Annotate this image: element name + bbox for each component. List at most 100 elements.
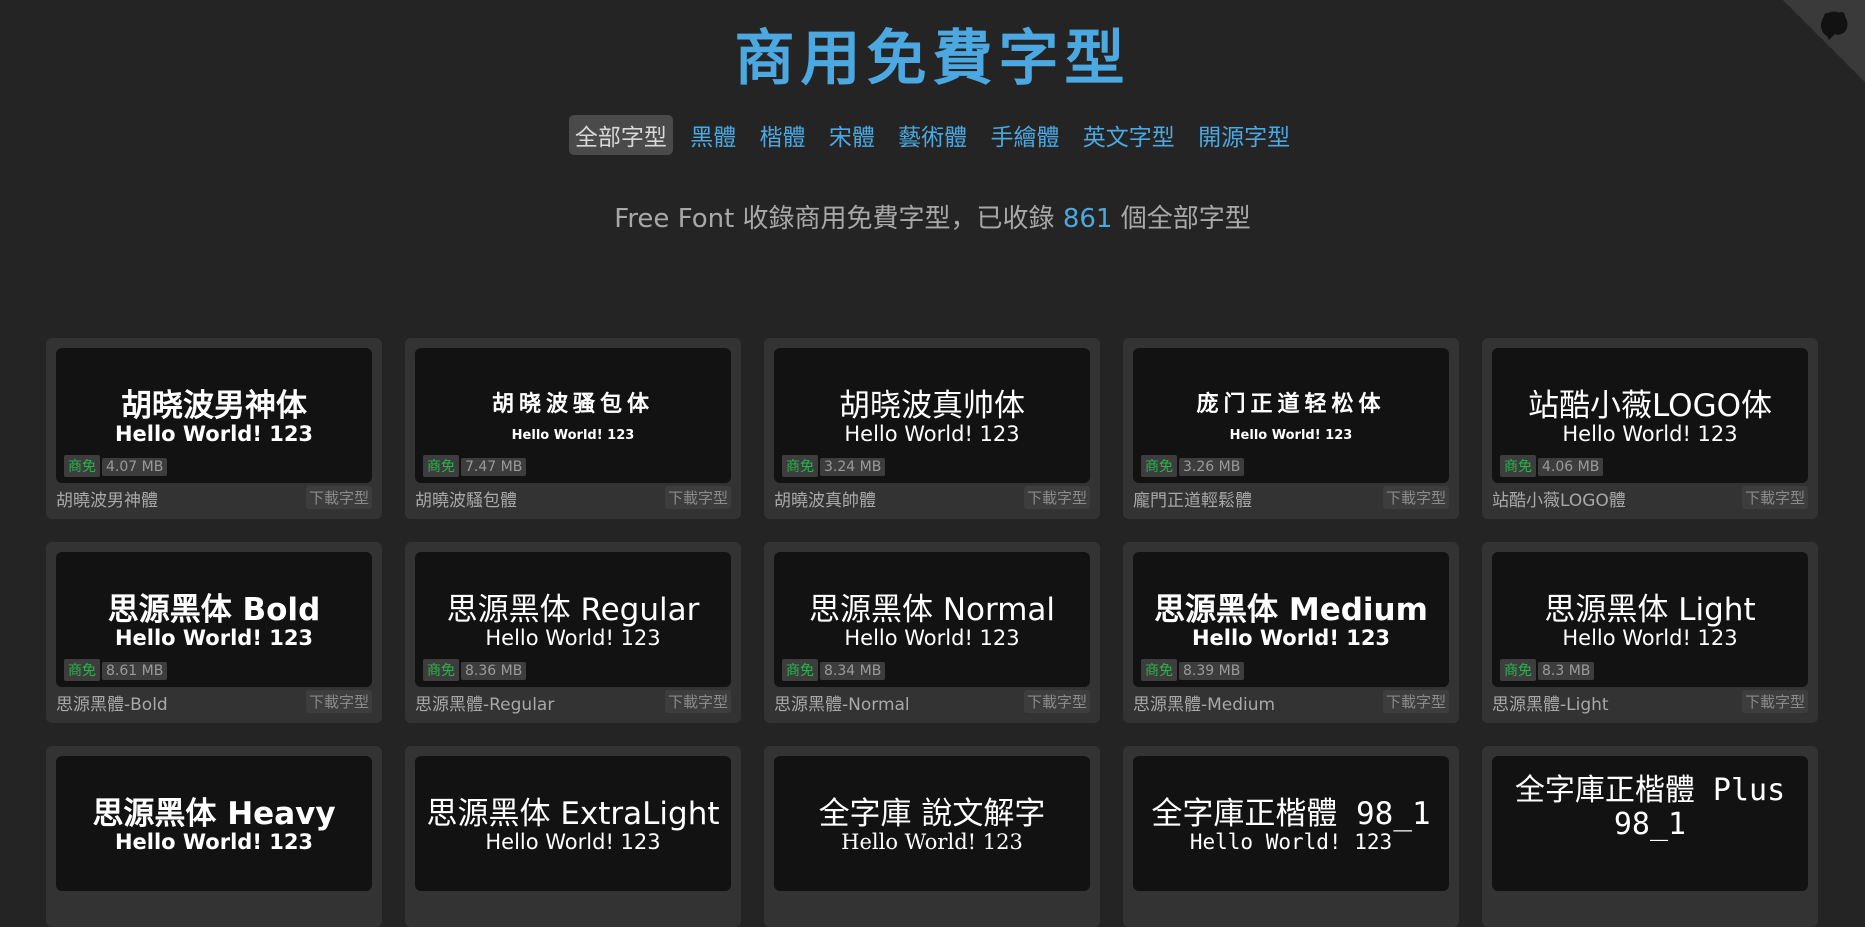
preview-sample: Hello World! 123 (1562, 422, 1738, 446)
nav-item-opensource[interactable]: 開源字型 (1192, 115, 1296, 155)
font-card[interactable]: 站酷小薇LOGO体 Hello World! 123 商免 4.06 MB 站酷小… (1482, 338, 1818, 519)
font-name: 思源黑體-Light (1492, 695, 1609, 715)
font-card[interactable]: 全字庫 說文解字 Hello World! 123 (764, 746, 1100, 927)
font-preview[interactable]: 思源黑体 Bold Hello World! 123 商免 8.61 MB (56, 552, 372, 687)
size-badge: 3.24 MB (820, 458, 886, 476)
subtitle-suffix: 個全部字型 (1120, 204, 1251, 234)
font-card[interactable]: 胡晓波真帅体 Hello World! 123 商免 3.24 MB 胡曉波真帥體… (764, 338, 1100, 519)
preview-text: 站酷小薇LOGO体 (1528, 388, 1772, 424)
font-preview[interactable]: 思源黑体 Normal Hello World! 123 商免 8.34 MB (774, 552, 1090, 687)
font-name: 胡曉波騷包體 (415, 491, 517, 511)
size-badge: 8.39 MB (1179, 662, 1245, 680)
tag-group: 商免 3.26 MB (1141, 455, 1245, 477)
license-badge: 商免 (1141, 659, 1177, 681)
preview-sample: Hello World! 123 (844, 626, 1020, 650)
preview-sample: Hello World! 123 (114, 626, 314, 650)
subtitle-prefix: Free Font 收錄商用免費字型，已收錄 (614, 204, 1055, 234)
font-preview[interactable]: 思源黑体 Heavy Hello World! 123 (56, 756, 372, 891)
tag-group: 商免 3.24 MB (782, 455, 886, 477)
preview-text: 全字庫正楷體 Plus 98_1 (1514, 773, 1786, 842)
size-badge: 3.26 MB (1179, 458, 1245, 476)
font-card[interactable]: 思源黑体 Normal Hello World! 123 商免 8.34 MB 思… (764, 542, 1100, 723)
font-name: 胡曉波男神體 (56, 491, 158, 511)
font-preview[interactable]: 思源黑体 Light Hello World! 123 商免 8.3 MB (1492, 552, 1808, 687)
subtitle: Free Font 收錄商用免費字型，已收錄 861 個全部字型 (0, 198, 1865, 235)
font-name: 思源黑體-Regular (415, 695, 555, 715)
tag-group: 商免 8.39 MB (1141, 659, 1245, 681)
download-button[interactable]: 下載字型 (1023, 486, 1090, 509)
font-card[interactable]: 思源黑体 Light Hello World! 123 商免 8.3 MB 思源黑… (1482, 542, 1818, 723)
license-badge: 商免 (782, 659, 818, 681)
license-badge: 商免 (782, 455, 818, 477)
font-grid: 胡晓波男神体 Hello World! 123 商免 4.07 MB 胡曉波男神體… (46, 338, 1820, 927)
font-card[interactable]: 胡晓波骚包体 Hello World! 123 商免 7.47 MB 胡曉波騷包體… (405, 338, 741, 519)
nav-item-kai[interactable]: 楷體 (754, 115, 812, 155)
license-badge: 商免 (1500, 659, 1536, 681)
preview-sample: Hello World! 123 (114, 830, 314, 854)
download-button[interactable]: 下載字型 (664, 690, 731, 713)
preview-text: 胡晓波男神体 (121, 388, 307, 424)
download-button[interactable]: 下載字型 (1382, 690, 1449, 713)
nav-item-hei[interactable]: 黑體 (684, 115, 742, 155)
download-button[interactable]: 下載字型 (1741, 486, 1808, 509)
download-button[interactable]: 下載字型 (1741, 690, 1808, 713)
license-badge: 商免 (64, 659, 100, 681)
font-card[interactable]: 全字庫正楷體 98_1 Hello World! 123 (1123, 746, 1459, 927)
font-preview[interactable]: 胡晓波骚包体 Hello World! 123 商免 7.47 MB (415, 348, 731, 483)
nav-item-english[interactable]: 英文字型 (1077, 115, 1181, 155)
font-card[interactable]: 庞门正道轻松体 Hello World! 123 商免 3.26 MB 龐門正道輕… (1123, 338, 1459, 519)
font-card[interactable]: 胡晓波男神体 Hello World! 123 商免 4.07 MB 胡曉波男神體… (46, 338, 382, 519)
preview-sample: Hello World! 123 (1189, 830, 1393, 854)
font-preview[interactable]: 全字庫正楷體 Plus 98_1 (1492, 756, 1808, 891)
font-card[interactable]: 全字庫正楷體 Plus 98_1 (1482, 746, 1818, 927)
font-count: 861 (1062, 204, 1113, 234)
download-button[interactable]: 下載字型 (1023, 690, 1090, 713)
font-preview[interactable]: 思源黑体 Regular Hello World! 123 商免 8.36 MB (415, 552, 731, 687)
font-card[interactable]: 思源黑体 Bold Hello World! 123 商免 8.61 MB 思源黑… (46, 542, 382, 723)
font-card[interactable]: 思源黑体 Regular Hello World! 123 商免 8.36 MB … (405, 542, 741, 723)
tag-group: 商免 4.07 MB (64, 455, 168, 477)
preview-text: 思源黑体 Medium (1154, 592, 1428, 628)
preview-text: 思源黑体 ExtraLight (426, 796, 720, 832)
font-preview[interactable]: 站酷小薇LOGO体 Hello World! 123 商免 4.06 MB (1492, 348, 1808, 483)
font-name: 站酷小薇LOGO體 (1492, 491, 1626, 511)
nav-item-all[interactable]: 全部字型 (568, 115, 673, 155)
download-button[interactable]: 下載字型 (305, 486, 372, 509)
license-badge: 商免 (1500, 455, 1536, 477)
preview-text: 思源黑体 Normal (808, 592, 1056, 628)
font-card[interactable]: 思源黑体 ExtraLight Hello World! 123 (405, 746, 741, 927)
preview-sample: Hello World! 123 (485, 626, 661, 650)
font-preview[interactable]: 全字庫正楷體 98_1 Hello World! 123 (1133, 756, 1449, 891)
nav-item-handwritten[interactable]: 手繪體 (984, 115, 1065, 155)
preview-sample: Hello World! 123 (1191, 626, 1391, 650)
download-button[interactable]: 下載字型 (1382, 486, 1449, 509)
nav-item-art[interactable]: 藝術體 (892, 115, 973, 155)
size-badge: 7.47 MB (461, 458, 527, 476)
download-button[interactable]: 下載字型 (664, 486, 731, 509)
preview-sample: Hello World! 123 (844, 422, 1020, 446)
size-badge: 8.3 MB (1538, 662, 1595, 680)
font-name: 思源黑體-Bold (56, 695, 168, 715)
font-preview[interactable]: 思源黑体 Medium Hello World! 123 商免 8.39 MB (1133, 552, 1449, 687)
font-preview[interactable]: 思源黑体 ExtraLight Hello World! 123 (415, 756, 731, 891)
preview-sample: Hello World! 123 (485, 830, 661, 854)
tag-group: 商免 8.3 MB (1500, 659, 1595, 681)
font-card[interactable]: 思源黑体 Heavy Hello World! 123 (46, 746, 382, 927)
preview-text: 胡晓波真帅体 (839, 388, 1025, 424)
font-card[interactable]: 思源黑体 Medium Hello World! 123 商免 8.39 MB 思… (1123, 542, 1459, 723)
nav-item-song[interactable]: 宋體 (823, 115, 881, 155)
category-nav: 全部字型 黑體 楷體 宋體 藝術體 手繪體 英文字型 開源字型 (0, 115, 1865, 155)
font-preview[interactable]: 全字庫 說文解字 Hello World! 123 (774, 756, 1090, 891)
font-name: 思源黑體-Medium (1133, 695, 1276, 715)
preview-text: 思源黑体 Heavy (92, 796, 336, 832)
download-button[interactable]: 下載字型 (305, 690, 372, 713)
font-preview[interactable]: 胡晓波真帅体 Hello World! 123 商免 3.24 MB (774, 348, 1090, 483)
tag-group: 商免 8.61 MB (64, 659, 168, 681)
preview-sample: Hello World! 123 (511, 428, 635, 443)
font-name: 龐門正道輕鬆體 (1133, 491, 1252, 511)
tag-group: 商免 7.47 MB (423, 455, 527, 477)
tag-group: 商免 4.06 MB (1500, 455, 1604, 477)
font-preview[interactable]: 庞门正道轻松体 Hello World! 123 商免 3.26 MB (1133, 348, 1449, 483)
site-title: 商用免費字型 (734, 24, 1131, 94)
font-preview[interactable]: 胡晓波男神体 Hello World! 123 商免 4.07 MB (56, 348, 372, 483)
